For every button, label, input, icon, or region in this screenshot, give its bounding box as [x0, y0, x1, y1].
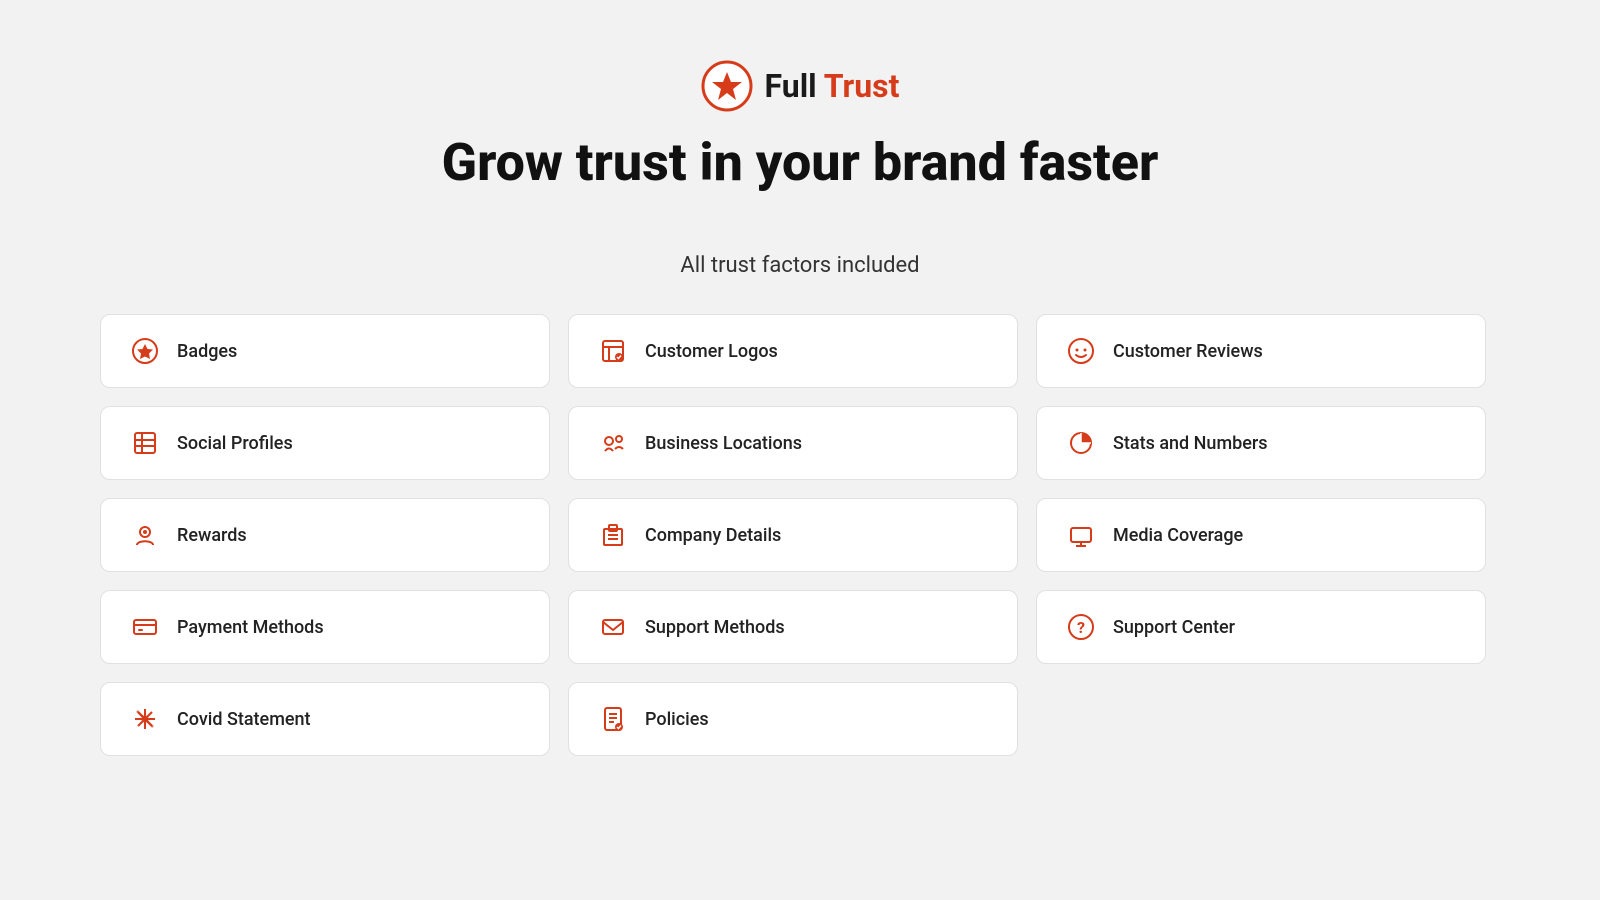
grid-item-covid-statement[interactable]: Covid Statement — [100, 682, 550, 756]
logo-trust: Trust — [824, 67, 900, 105]
grid-item-payment-methods[interactable]: Payment Methods — [100, 590, 550, 664]
stats-icon — [1065, 429, 1097, 457]
logo-full: Full — [765, 67, 817, 105]
customer-logos-label: Customer Logos — [645, 341, 778, 362]
company-details-icon — [597, 521, 629, 549]
grid-item-business-locations[interactable]: Business Locations — [568, 406, 1018, 480]
media-coverage-icon — [1065, 521, 1097, 549]
grid-item-media-coverage[interactable]: Media Coverage — [1036, 498, 1486, 572]
grid-item-policies[interactable]: Policies — [568, 682, 1018, 756]
social-profiles-icon — [129, 429, 161, 457]
grid-item-badges[interactable]: Badges — [100, 314, 550, 388]
customer-reviews-icon — [1065, 337, 1097, 365]
grid-item-company-details[interactable]: Company Details — [568, 498, 1018, 572]
badges-icon — [129, 337, 161, 365]
headline: Grow trust in your brand faster — [442, 132, 1159, 193]
logo-row: Full Trust — [701, 60, 900, 112]
support-methods-label: Support Methods — [645, 617, 785, 638]
covid-statement-label: Covid Statement — [177, 709, 311, 730]
rewards-icon — [129, 521, 161, 549]
grid-item-customer-logos[interactable]: Customer Logos — [568, 314, 1018, 388]
grid-item-support-methods[interactable]: Support Methods — [568, 590, 1018, 664]
support-center-label: Support Center — [1113, 617, 1235, 638]
svg-text:?: ? — [1077, 618, 1085, 637]
logo-text: Full Trust — [765, 67, 900, 105]
grid-item-social-profiles[interactable]: Social Profiles — [100, 406, 550, 480]
rewards-label: Rewards — [177, 525, 247, 546]
policies-label: Policies — [645, 709, 709, 730]
grid-item-customer-reviews[interactable]: Customer Reviews — [1036, 314, 1486, 388]
covid-statement-icon — [129, 705, 161, 733]
support-center-icon: ? — [1065, 613, 1097, 641]
subtitle: All trust factors included — [680, 253, 919, 278]
grid-item-support-center[interactable]: ? Support Center — [1036, 590, 1486, 664]
stats-and-numbers-label: Stats and Numbers — [1113, 433, 1268, 454]
logo-icon — [701, 60, 753, 112]
badges-label: Badges — [177, 341, 237, 362]
header: Full Trust Grow trust in your brand fast… — [442, 60, 1159, 314]
payment-methods-label: Payment Methods — [177, 617, 324, 638]
media-coverage-label: Media Coverage — [1113, 525, 1243, 546]
features-grid: Badges Customer Logos Customer Reviews — [100, 314, 1500, 756]
customer-reviews-label: Customer Reviews — [1113, 341, 1263, 362]
customer-logos-icon — [597, 337, 629, 365]
support-methods-icon — [597, 613, 629, 641]
grid-item-stats-and-numbers[interactable]: Stats and Numbers — [1036, 406, 1486, 480]
payment-methods-icon — [129, 613, 161, 641]
company-details-label: Company Details — [645, 525, 781, 546]
social-profiles-label: Social Profiles — [177, 433, 293, 454]
grid-item-rewards[interactable]: Rewards — [100, 498, 550, 572]
business-locations-icon — [597, 429, 629, 457]
business-locations-label: Business Locations — [645, 433, 802, 454]
policies-icon — [597, 705, 629, 733]
